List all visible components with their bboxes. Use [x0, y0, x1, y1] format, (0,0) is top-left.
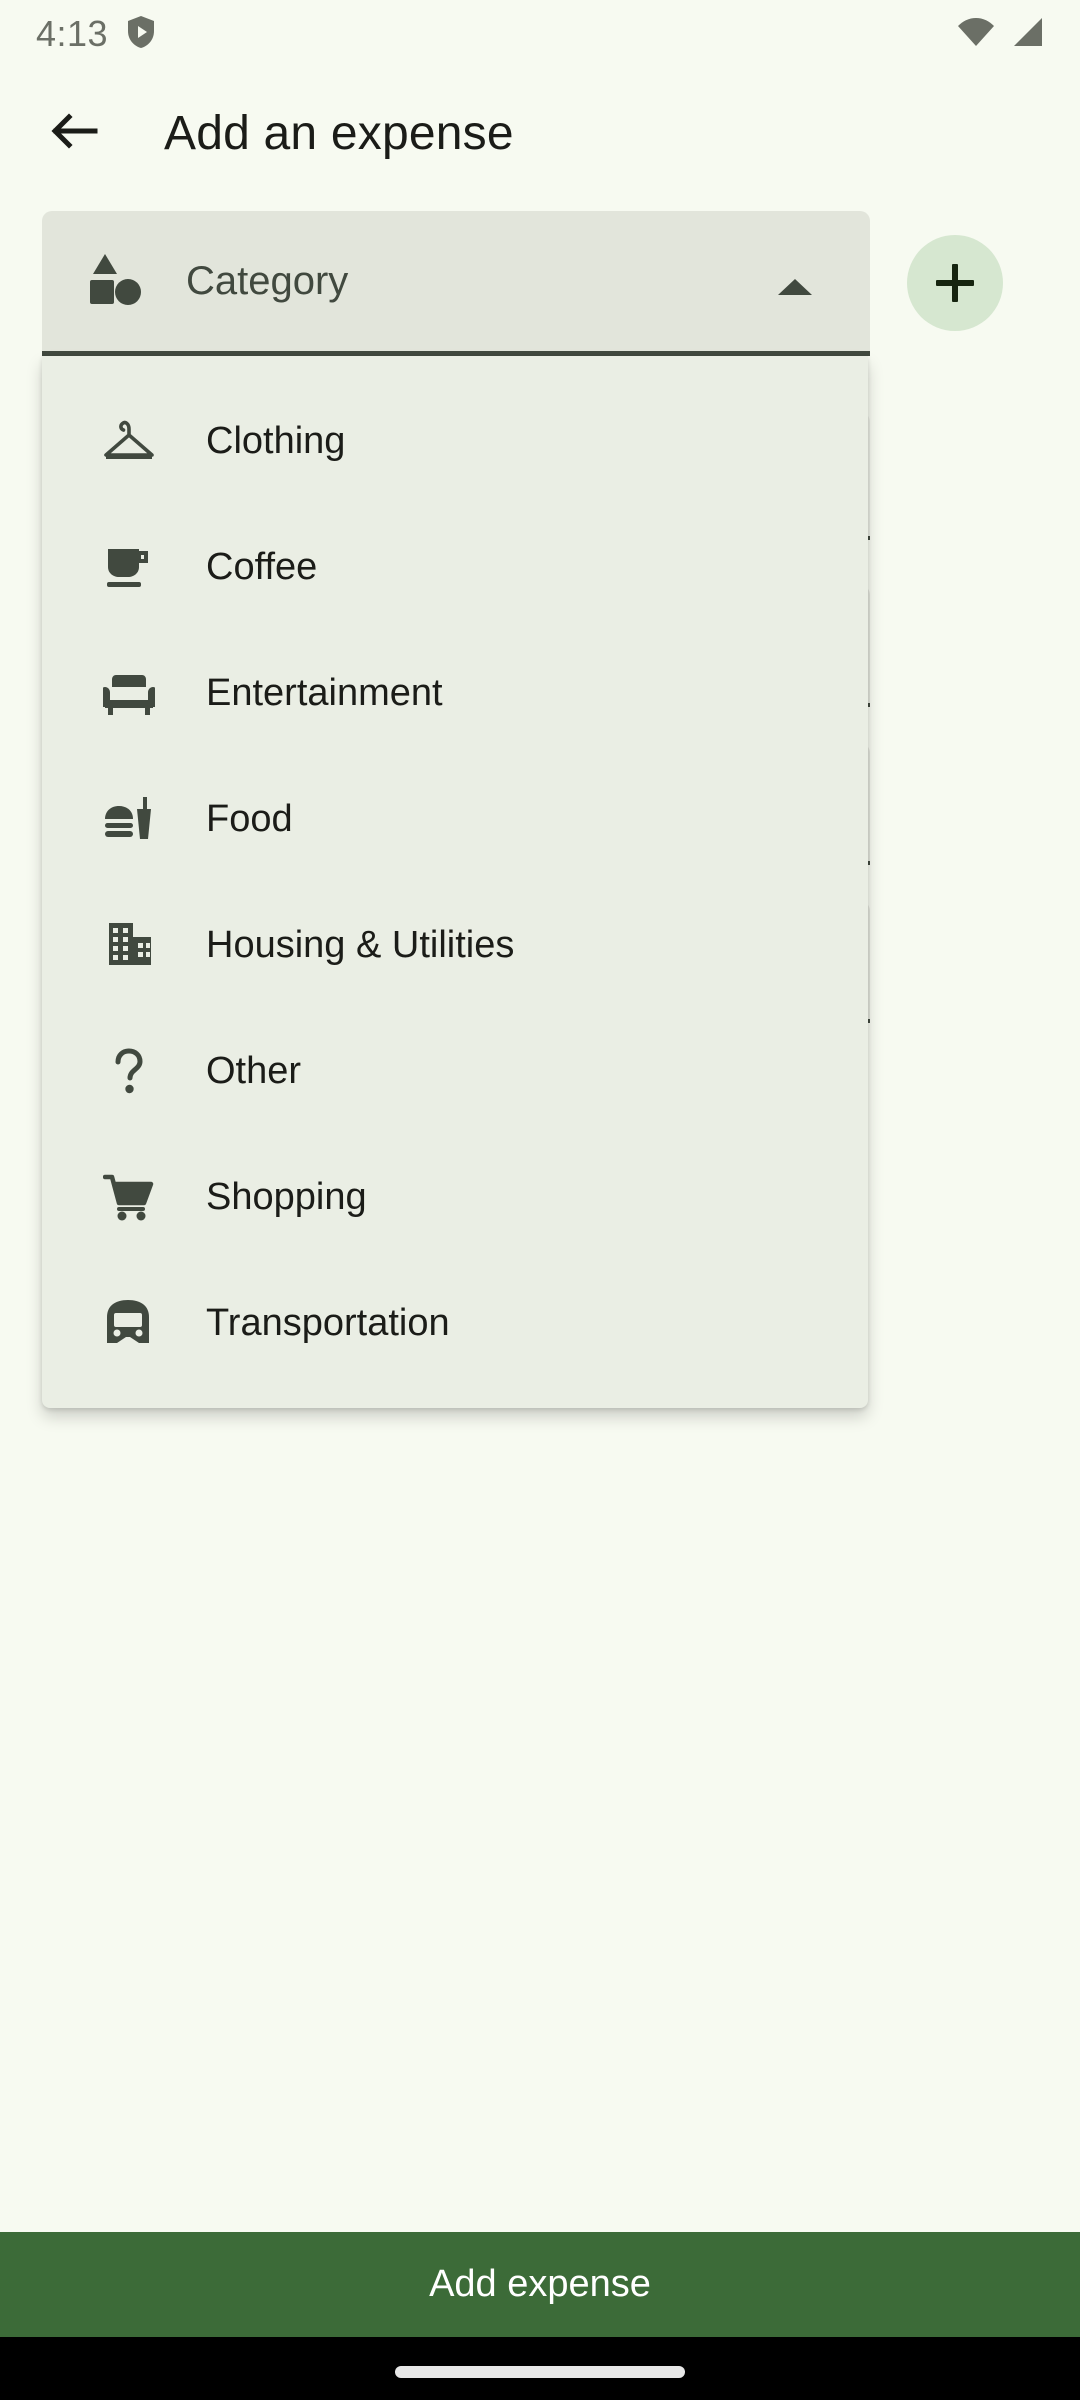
category-shapes-icon: [84, 250, 142, 313]
hanger-icon: [100, 412, 158, 470]
menu-item-other[interactable]: Other: [42, 1008, 868, 1134]
home-gesture-pill[interactable]: [395, 2366, 685, 2378]
menu-item-food[interactable]: Food: [42, 756, 868, 882]
app-screen: 4:13: [0, 0, 1080, 2400]
menu-item-clothing[interactable]: Clothing: [42, 378, 868, 504]
app-bar: Add an expense: [0, 74, 1080, 192]
menu-item-entertainment[interactable]: Entertainment: [42, 630, 868, 756]
menu-item-coffee[interactable]: Coffee: [42, 504, 868, 630]
armchair-icon: [100, 664, 158, 722]
add-expense-label: Add expense: [429, 2263, 651, 2306]
category-dropdown-menu[interactable]: Clothing Coffee: [42, 356, 868, 1408]
menu-item-label: Clothing: [206, 420, 345, 463]
back-button[interactable]: [22, 81, 126, 185]
plus-icon-vertical: [952, 264, 958, 302]
menu-item-label: Other: [206, 1050, 301, 1093]
add-expense-button[interactable]: Add expense: [0, 2232, 1080, 2337]
arrow-back-icon: [47, 104, 101, 163]
shield-play-icon: [126, 15, 156, 54]
add-item-button[interactable]: [907, 235, 1003, 331]
category-select-field[interactable]: Category: [42, 211, 870, 356]
cellular-signal-icon: [1010, 16, 1044, 53]
menu-item-label: Entertainment: [206, 672, 443, 715]
menu-item-shopping[interactable]: Shopping: [42, 1134, 868, 1260]
apartment-icon: [100, 916, 158, 974]
menu-item-housing-utilities[interactable]: Housing & Utilities: [42, 882, 868, 1008]
menu-item-transportation[interactable]: Transportation: [42, 1260, 868, 1386]
shopping-cart-icon: [100, 1168, 158, 1226]
menu-item-label: Food: [206, 798, 293, 841]
wifi-icon: [956, 16, 996, 53]
chevron-up-icon[interactable]: [778, 279, 812, 295]
status-bar: 4:13: [0, 0, 1080, 68]
question-mark-icon: [100, 1042, 158, 1100]
subway-train-icon: [100, 1294, 158, 1352]
page-title: Add an expense: [164, 106, 514, 161]
menu-item-label: Housing & Utilities: [206, 924, 514, 967]
system-navigation-bar: [0, 2337, 1080, 2400]
coffee-cup-icon: [100, 538, 158, 596]
fastfood-icon: [100, 790, 158, 848]
status-bar-clock: 4:13: [36, 13, 108, 55]
status-bar-indicators: [956, 16, 1044, 53]
category-select-label: Category: [186, 259, 348, 304]
menu-item-label: Coffee: [206, 546, 317, 589]
menu-item-label: Shopping: [206, 1176, 367, 1219]
menu-item-label: Transportation: [206, 1302, 450, 1345]
